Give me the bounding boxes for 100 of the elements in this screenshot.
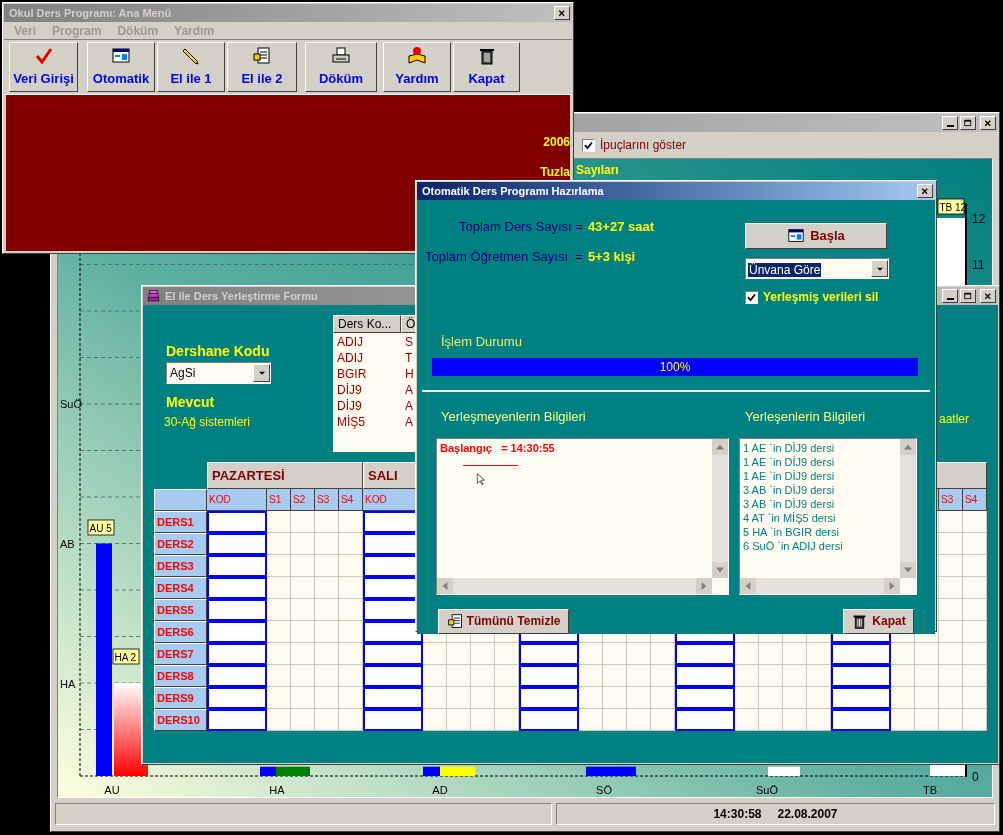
lesson-code-field[interactable] [675,665,735,687]
horizontal-scrollbar[interactable] [740,577,900,594]
close-button[interactable] [980,289,996,303]
lesson-code-field[interactable] [519,687,579,709]
list-cell: MİŞ5 [337,415,365,429]
vertical-scrollbar[interactable] [900,438,916,578]
grid-cell [267,533,291,555]
x-axis-label: SuÖ [756,784,778,796]
vertical-scrollbar[interactable] [712,438,728,578]
lesson-code-field[interactable] [675,709,735,731]
classroom-dropdown[interactable]: AgSi [166,362,271,384]
toolbar-button[interactable]: El ile 2 [227,42,297,92]
lesson-code-field[interactable] [207,599,267,621]
list-line: 4 AT `in MİŞ5 dersi [743,510,836,525]
grid-cell [939,643,963,665]
banner-text: 2006 [543,134,570,151]
grid-cell [939,533,963,555]
field-label: Mevcut [166,394,215,411]
list-line: 1 AE `in DİJ9 dersi [743,468,835,483]
close-dialog-button[interactable]: Kapat [843,608,914,634]
checkbox-label[interactable]: İpuçlarını göster [600,136,687,154]
maximize-button[interactable] [960,289,976,303]
horizontal-scrollbar[interactable] [437,577,712,594]
grid-cell [339,599,363,621]
grid-cell [759,643,783,665]
scroll-left-icon [437,577,453,594]
toolbar-button[interactable]: Kapat [453,42,520,92]
grid-cell [291,687,315,709]
checkbox[interactable] [582,138,595,152]
lesson-code-field[interactable] [363,665,423,687]
lesson-code-field[interactable] [831,687,891,709]
lesson-code-field[interactable] [831,665,891,687]
grid-cell [423,643,447,665]
grid-cell [423,709,447,731]
lesson-code-field[interactable] [363,621,423,643]
grid-cell [267,555,291,577]
grid-cell [339,577,363,599]
checkbox-label[interactable]: Yerleşmiş verileri sil [763,288,879,306]
clear-all-button[interactable]: Tümünü Temizle [438,608,569,634]
info-list[interactable]: 1 AE `in DİJ9 dersi 1 AE `in DİJ9 dersi 1 AE `in DİJ9 dersi 3 AB `in DİJ9 dersi 3 AB `in DİJ9 dersi 4 AT `in MİŞ5 dersi 5 HA `in BGIR dersi 6 SuÖ `in ADIJ dersi [739,437,917,595]
lesson-code-field[interactable] [363,687,423,709]
grid-cell [891,665,915,687]
lesson-code-field[interactable] [207,533,267,555]
toolbar-button[interactable]: Otomatik [87,42,155,92]
grid-cell [963,687,987,709]
column-header[interactable]: Ders Ko... [333,315,401,333]
book-icon [407,45,427,66]
lesson-code-field[interactable] [519,709,579,731]
bar [586,766,636,776]
grid-cell [963,533,987,555]
list-cell: A [405,399,413,413]
lesson-code-field[interactable] [207,511,267,533]
grid-cell [447,643,471,665]
period-label: DERS10 [154,709,207,731]
lesson-code-field[interactable] [675,687,735,709]
toolbar-button[interactable]: El ile 1 [157,42,225,92]
grid-cell [939,621,963,643]
progress-reading: 100% [659,358,691,376]
lesson-code-field[interactable] [363,709,423,731]
list-cell: DİJ9 [337,399,362,413]
minimize-button[interactable] [942,289,958,303]
lesson-code-field[interactable] [519,665,579,687]
close-button[interactable] [554,6,570,20]
grid-cell [291,533,315,555]
lesson-code-field[interactable] [675,643,735,665]
checkbox[interactable] [745,290,758,304]
grid-cell [807,643,831,665]
grid-cell [579,643,603,665]
lesson-code-field[interactable] [207,621,267,643]
grid-cell [915,687,939,709]
lesson-code-field[interactable] [207,709,267,731]
lesson-code-field[interactable] [207,555,267,577]
lesson-code-field[interactable] [519,643,579,665]
toolbar-button[interactable]: Döküm [305,42,377,92]
lesson-code-field[interactable] [207,687,267,709]
lesson-code-field[interactable] [207,577,267,599]
maximize-button[interactable] [960,116,976,130]
slot-header: KOD [365,493,387,507]
toolbar-button[interactable]: Veri Girişi [9,42,78,92]
grid-cell [315,511,339,533]
toolbar-button[interactable]: Yardım [383,42,451,92]
lesson-code-field[interactable] [831,643,891,665]
minimize-button[interactable] [942,116,958,130]
close-button[interactable] [980,116,996,130]
start-button[interactable]: Başla [745,223,887,249]
value-label: HA 2 [112,648,140,665]
grid-cell [267,709,291,731]
grid-cell [963,599,987,621]
window-title: Okul Ders Programı: Ana Menü [9,5,172,21]
list-line: 6 SuÖ `in ADIJ dersi [743,538,843,553]
info-list[interactable]: Başlangıç = 14:30:55 [436,437,729,595]
close-button[interactable] [917,184,933,198]
grid-cell [339,511,363,533]
section-label: Yerleşenlerin Bilgileri [745,408,866,424]
grid-cell [495,709,519,731]
order-dropdown[interactable]: Ünvana Göre [745,258,889,279]
lesson-code-field[interactable] [207,643,267,665]
lesson-code-field[interactable] [831,709,891,731]
lesson-code-field[interactable] [363,643,423,665]
lesson-code-field[interactable] [207,665,267,687]
